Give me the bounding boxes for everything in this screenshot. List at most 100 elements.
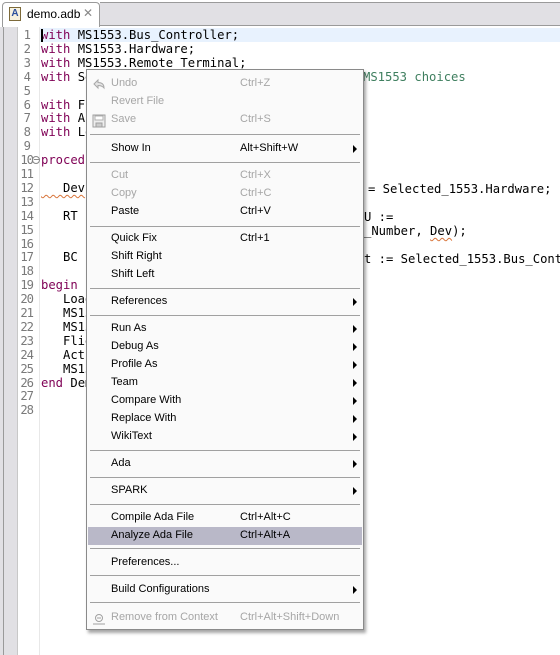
submenu-arrow-icon [353, 379, 357, 387]
editor-tab-bar: A demo.adb ✕ [0, 0, 560, 27]
code-keyword: procedu [41, 153, 93, 168]
line-number: 5 [23, 83, 31, 98]
line-number: 4 [23, 69, 31, 84]
menu-item-quick-fix[interactable]: Quick Fix Ctrl+1 [88, 230, 362, 248]
save-icon [92, 113, 106, 128]
line-number: 9 [23, 139, 31, 154]
code-fragment: _Number, Dev); [364, 224, 467, 238]
code-keyword: with [41, 125, 71, 140]
menu-separator [90, 602, 360, 603]
code-line: with MS1553.Hardware; [41, 42, 195, 56]
menu-separator [90, 548, 360, 549]
code-text: MS1553.Bus_Controller; [70, 28, 240, 42]
menu-item-label: Copy [111, 187, 137, 199]
code-line: with Lo [41, 125, 92, 139]
submenu-arrow-icon [353, 343, 357, 351]
menu-item-compare-with[interactable]: Compare With [88, 392, 362, 410]
code-fragment-text: _Number, [364, 224, 431, 238]
menu-item-analyze-ada-file[interactable]: Analyze Ada File Ctrl+Alt+A [88, 527, 362, 545]
code-text: Dev [41, 180, 86, 195]
submenu-arrow-icon [353, 415, 357, 423]
menu-item-preferences[interactable]: Preferences... [88, 554, 362, 572]
code-keyword: with [41, 55, 71, 70]
code-line: Dev [41, 181, 85, 195]
close-icon[interactable]: ✕ [83, 6, 93, 20]
menu-separator [90, 450, 360, 451]
menu-item-profile-as[interactable]: Profile As [88, 356, 362, 374]
submenu-arrow-icon [353, 397, 357, 405]
line-number: 14 [20, 208, 34, 223]
menu-item-debug-as[interactable]: Debug As [88, 338, 362, 356]
menu-item-label: Quick Fix [111, 232, 157, 244]
code-text: MS15 [41, 319, 93, 334]
menu-separator [90, 504, 360, 505]
code-text: Actu [41, 347, 93, 362]
menu-item-revert-file[interactable]: Revert File [88, 93, 362, 111]
menu-item-references[interactable]: References [88, 293, 362, 311]
text-caret [41, 29, 43, 42]
menu-item-label: Replace With [111, 412, 177, 424]
code-line: with MS1553.Remote_Terminal; [41, 56, 246, 70]
menu-item-remove-from-context[interactable]: Remove from Context Ctrl+Alt+Shift+Down [88, 609, 362, 627]
menu-separator [90, 477, 360, 478]
tab-demo-adb[interactable]: A demo.adb ✕ [2, 2, 100, 27]
code-keyword: with [41, 111, 71, 126]
code-fragment-text: ); [452, 224, 467, 238]
code-line: MS15 [41, 306, 92, 320]
menu-item-show-in[interactable]: Show In Alt+Shift+W [88, 140, 362, 158]
menu-item-label: Build Configurations [111, 583, 210, 595]
code-line: procedu [41, 153, 92, 167]
menu-item-replace-with[interactable]: Replace With [88, 410, 362, 428]
line-number: 23 [20, 333, 34, 348]
menu-item-shortcut: Ctrl+Alt+A [240, 529, 291, 541]
submenu-arrow-icon [353, 325, 357, 333]
code-line: begin [41, 278, 78, 292]
line-number: 3 [23, 55, 31, 70]
menu-item-run-as[interactable]: Run As [88, 320, 362, 338]
menu-item-copy[interactable]: Copy Ctrl+C [88, 185, 362, 203]
menu-item-label: Preferences... [111, 556, 180, 568]
menu-item-shortcut: Ctrl+Alt+Shift+Down [240, 611, 340, 623]
line-number: 27 [20, 389, 34, 404]
menu-item-spark[interactable]: SPARK [88, 482, 362, 500]
code-text: Load [41, 292, 93, 307]
line-number: 11 [20, 167, 34, 181]
menu-item-compile-ada-file[interactable]: Compile Ada File Ctrl+Alt+C [88, 509, 362, 527]
menu-item-label: Ada [111, 457, 131, 469]
menu-item-build-configurations[interactable]: Build Configurations [88, 581, 362, 599]
code-keyword: begin [41, 278, 78, 293]
menu-separator [90, 288, 360, 289]
menu-item-ada[interactable]: Ada [88, 455, 362, 473]
menu-item-shift-right[interactable]: Shift Right [88, 248, 362, 266]
menu-item-team[interactable]: Team [88, 374, 362, 392]
menu-item-label: WikiText [111, 430, 152, 442]
code-comment-fragment: MS1553 choices [363, 70, 466, 84]
line-number: 13 [20, 194, 34, 209]
line-number: 24 [20, 347, 34, 362]
code-fragment: t := Selected_1553.Bus_Contr [364, 252, 560, 266]
code-line: Actu [41, 348, 92, 362]
menu-item-label: Remove from Context [111, 611, 218, 623]
menu-item-wikitext[interactable]: WikiText [88, 428, 362, 446]
line-number: 25 [20, 361, 34, 376]
code-fragment: U := [364, 210, 394, 224]
submenu-arrow-icon [353, 433, 357, 441]
line-number: 12 [20, 180, 34, 195]
menu-item-undo[interactable]: Undo Ctrl+Z [88, 75, 362, 93]
menu-item-cut[interactable]: Cut Ctrl+X [88, 167, 362, 185]
line-number: 19 [20, 278, 34, 293]
menu-item-shift-left[interactable]: Shift Left [88, 266, 362, 284]
menu-item-label: Cut [111, 169, 129, 181]
code-text: MS1553.Hardware; [70, 41, 196, 56]
menu-item-label: Team [111, 376, 138, 388]
fold-collapse-icon[interactable]: − [32, 156, 40, 164]
menu-item-label: Undo [111, 77, 138, 89]
code-text: MS15 [41, 306, 93, 320]
line-number: 18 [20, 264, 34, 279]
menu-item-label: Debug As [111, 340, 159, 352]
menu-item-paste[interactable]: Paste Ctrl+V [88, 203, 362, 221]
menu-item-save[interactable]: Save Ctrl+S [88, 111, 362, 129]
code-text: F [70, 97, 86, 112]
menu-separator [90, 162, 360, 163]
context-menu: Undo Ctrl+Z Revert File Save Ctrl+S Show In Al… [86, 69, 364, 630]
